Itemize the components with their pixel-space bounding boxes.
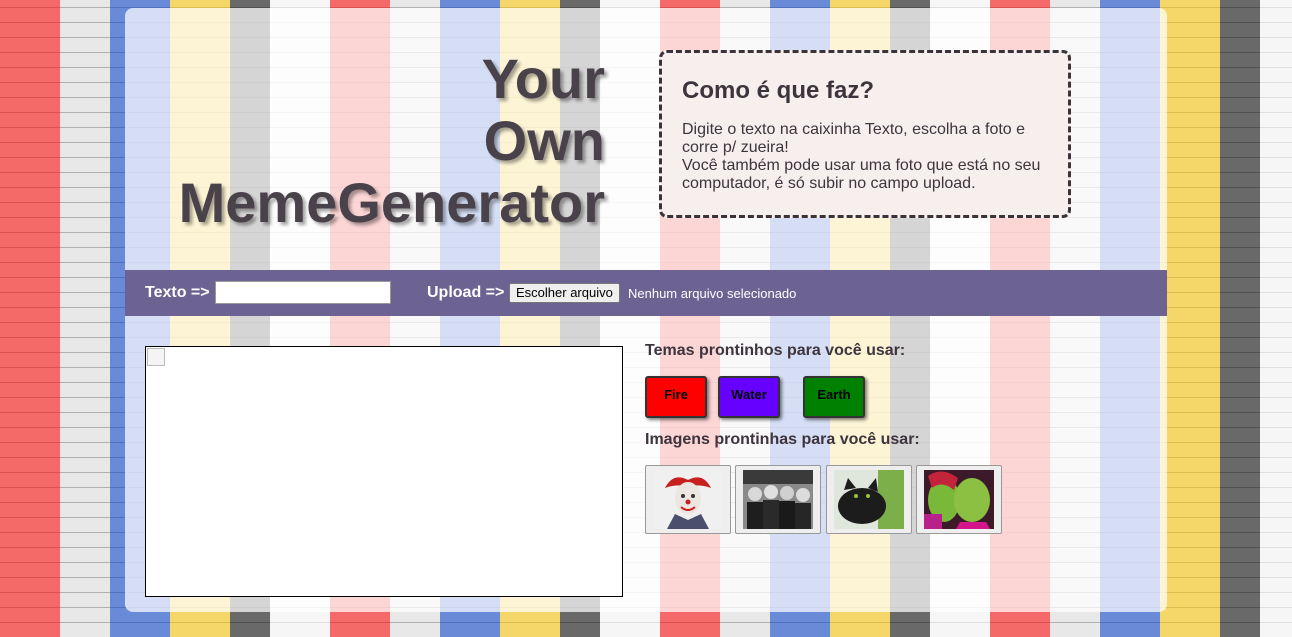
instructions-heading: Como é que faz? [682,77,875,104]
choose-file-button[interactable]: Escolher arquivo [509,283,620,303]
file-status-text: Nenhum arquivo selecionado [628,286,797,301]
theme-water-label: Water [731,387,767,402]
cat-image [834,470,904,529]
title-line-3: MemeGenerator [178,171,605,234]
instructions-text: Digite o texto na caixinha Texto, escolh… [682,121,1041,192]
instructions-box: Como é que faz? Digite o texto na caixin… [659,50,1071,218]
thumbnail-cat[interactable] [826,465,912,534]
theme-water-button[interactable]: Water [718,376,780,418]
theme-fire-label: Fire [664,387,688,402]
clown-image [653,470,723,529]
themes-label: Temas prontinhos para você usar: [645,342,906,359]
upload-label: Upload => [427,284,505,301]
text-label: Texto => [145,284,210,301]
text-input[interactable] [215,281,391,304]
input-toolbar: Texto => Upload => Escolher arquivo Nenh… [125,270,1167,316]
theme-earth-button[interactable]: Earth [803,376,865,418]
title-line-2: Own [483,109,605,172]
theme-earth-label: Earth [817,387,851,402]
meme-canvas [145,346,623,597]
thumbnail-nuns[interactable] [735,465,821,534]
nuns-image [743,470,813,529]
broken-image-icon [147,348,165,366]
images-label: Imagens prontinhas para você usar: [645,431,920,448]
thumbnail-clown[interactable] [645,465,731,534]
thumbnail-shrek[interactable] [916,465,1002,534]
page-title: Your Own MemeGenerator [179,48,605,234]
theme-fire-button[interactable]: Fire [645,376,707,418]
main-container: Your Own MemeGenerator Como é que faz? D… [125,8,1167,612]
title-line-1: Your [481,47,605,110]
shrek-kiss-image [924,470,994,529]
